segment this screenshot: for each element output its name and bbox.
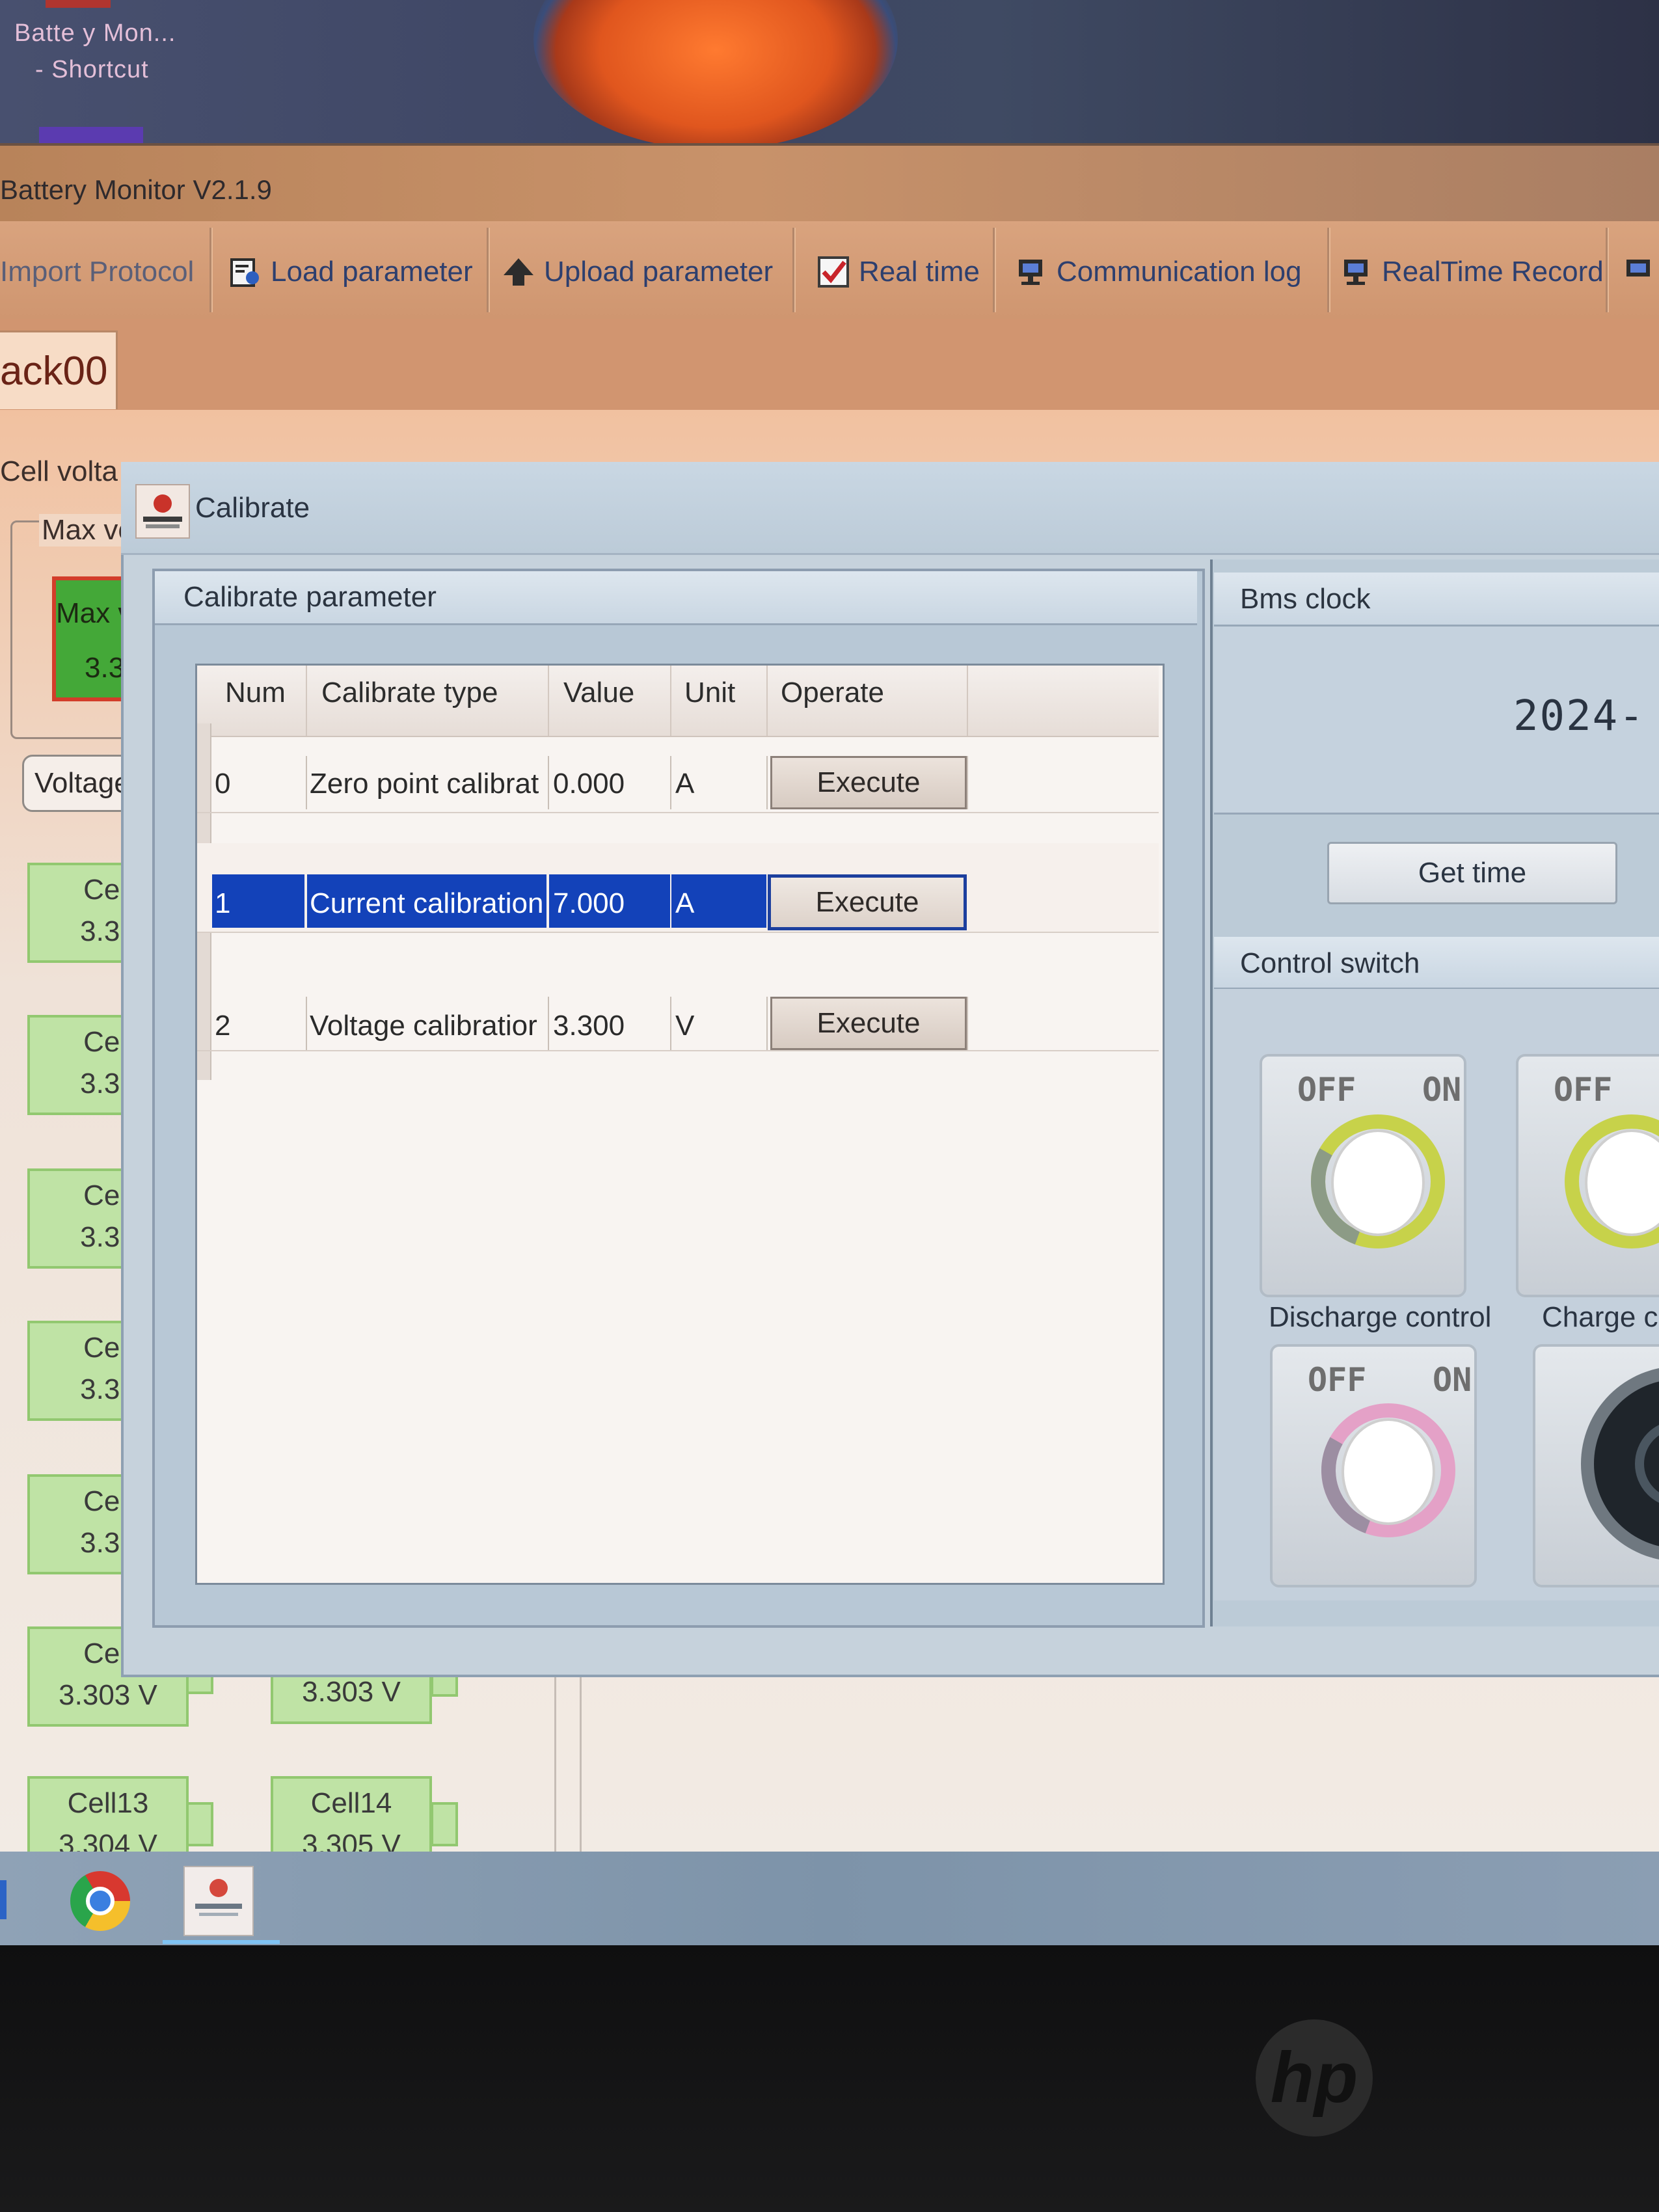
desktop-shortcut-icon[interactable] — [46, 0, 111, 8]
cell-tile-14: Cell14 3.305 V — [271, 1776, 432, 1861]
column-header-value[interactable]: Value — [563, 677, 634, 709]
cell-separator — [670, 997, 671, 1050]
cell-separator — [548, 756, 549, 809]
switch-on-label: ON — [1433, 1361, 1472, 1399]
upload-parameter-button[interactable]: Upload parameter — [502, 239, 773, 304]
cell-value: 3.303 V — [59, 1679, 157, 1711]
calibrate-dialog-title: Calibrate — [195, 492, 310, 524]
bms-clock-title: Bms clock — [1240, 583, 1371, 615]
column-header-calibrate-type[interactable]: Calibrate type — [321, 677, 498, 709]
toolbar-overflow-button[interactable] — [1623, 239, 1655, 304]
row-num: 1 — [215, 887, 231, 919]
record-icon — [1340, 256, 1373, 288]
panel-divider — [554, 1672, 582, 1852]
switch-on-label: ON — [1422, 1071, 1462, 1109]
row-unit: V — [675, 1010, 695, 1042]
column-header-operate[interactable]: Operate — [781, 677, 884, 709]
execute-button-current[interactable]: Execute — [768, 874, 967, 930]
execute-button-voltage[interactable]: Execute — [770, 997, 967, 1050]
row-value[interactable]: 3.300 — [553, 1010, 670, 1042]
toolbar-separator — [792, 228, 796, 312]
log-icon — [1015, 256, 1047, 288]
cell-terminal — [186, 1802, 213, 1846]
power-button-icon — [1561, 1353, 1659, 1574]
monitor-icon — [1623, 256, 1655, 288]
realtime-record-label: RealTime Record — [1382, 256, 1604, 288]
row-value[interactable]: 0.000 — [553, 768, 670, 800]
real-time-label: Real time — [859, 256, 980, 288]
laptop-bezel — [0, 1945, 1659, 2212]
row-calibrate-type: Zero point calibrat — [310, 768, 539, 800]
row-unit: A — [675, 887, 695, 919]
toolbar-separator — [487, 228, 490, 312]
max-voltage-value: 3.3 — [85, 652, 125, 684]
load-parameter-icon — [229, 256, 262, 288]
cell-separator — [766, 997, 768, 1050]
charge-control-label: Charge c — [1542, 1301, 1658, 1333]
cell-terminal — [431, 1802, 458, 1846]
cell-separator — [670, 756, 671, 809]
switch-off-label: OFF — [1297, 1071, 1356, 1109]
battery-monitor-taskbar-icon[interactable] — [183, 1866, 254, 1936]
cell14-label: Cell14 — [310, 1787, 392, 1819]
get-time-button[interactable]: Get time — [1327, 842, 1617, 904]
toolbar-separator — [993, 228, 996, 312]
discharge-dial-icon — [1308, 1111, 1448, 1252]
row-calibrate-type: Current calibration — [310, 887, 544, 919]
real-time-toggle[interactable]: Real time — [817, 239, 980, 304]
row-unit: A — [675, 768, 695, 800]
desktop-shortcut-label[interactable]: Batte y Mon... — [14, 17, 183, 49]
realtime-record-button[interactable]: RealTime Record — [1340, 239, 1604, 304]
toolbar-separator — [1606, 228, 1609, 312]
app-logo-icon — [135, 484, 190, 539]
load-parameter-button[interactable]: Load parameter — [229, 239, 473, 304]
start-button-edge[interactable] — [0, 1880, 7, 1919]
switch-off-label: OFF — [1554, 1071, 1613, 1109]
import-protocol-label: Import Protocol — [0, 256, 195, 288]
calibrate-parameter-title: Calibrate parameter — [183, 581, 437, 613]
cell-separator — [548, 997, 549, 1050]
upload-arrow-icon — [502, 256, 535, 288]
communication-log-button[interactable]: Communication log — [1015, 239, 1302, 304]
desktop-shortcut-sublabel[interactable]: - Shortcut — [35, 53, 204, 86]
taskbar-active-indicator — [163, 1940, 280, 1944]
control-switch-title: Control switch — [1240, 947, 1420, 979]
cell-separator — [967, 997, 968, 1050]
window-title: Battery Monitor V2.1.9 — [0, 174, 272, 205]
hp-logo: hp — [1256, 2019, 1373, 2137]
cell-separator — [766, 756, 768, 809]
cell-separator — [967, 756, 968, 809]
bms-clock-value: 2024- — [1513, 692, 1645, 740]
chrome-icon-center — [86, 1887, 115, 1915]
communication-log-label: Communication log — [1057, 256, 1302, 288]
toolbar-separator — [209, 228, 213, 312]
discharge-control-label: Discharge control — [1269, 1301, 1492, 1333]
cell13-label: Cell13 — [67, 1787, 149, 1819]
tab-strip — [0, 319, 1659, 410]
row-calibrate-type: Voltage calibratior — [310, 1010, 537, 1042]
column-header-unit[interactable]: Unit — [684, 677, 735, 709]
cell-separator — [306, 756, 307, 809]
switch-off-label: OFF — [1308, 1361, 1367, 1399]
tab-pack00-label: ack00 — [0, 349, 108, 394]
charge-dial-icon — [1561, 1111, 1659, 1252]
upload-parameter-label: Upload parameter — [544, 256, 774, 288]
execute-button-zero-point[interactable]: Execute — [770, 756, 967, 809]
row-value[interactable]: 7.000 — [553, 887, 670, 920]
row-num: 2 — [215, 1010, 231, 1042]
toolbar-separator — [1327, 228, 1330, 312]
switch-dial-icon — [1318, 1400, 1459, 1541]
load-parameter-label: Load parameter — [271, 256, 473, 288]
row-num: 0 — [215, 768, 231, 800]
cell-voltage-group-title: Cell volta — [0, 455, 118, 487]
import-protocol-button[interactable]: Import Protocol — [0, 239, 194, 304]
calibrate-dialog-titlebar[interactable] — [121, 462, 1659, 555]
cell-separator — [306, 997, 307, 1050]
cell-tile-13: Cell13 3.304 V — [27, 1776, 189, 1861]
column-header-num[interactable]: Num — [225, 677, 286, 709]
checkbox-checked-icon — [817, 256, 850, 288]
